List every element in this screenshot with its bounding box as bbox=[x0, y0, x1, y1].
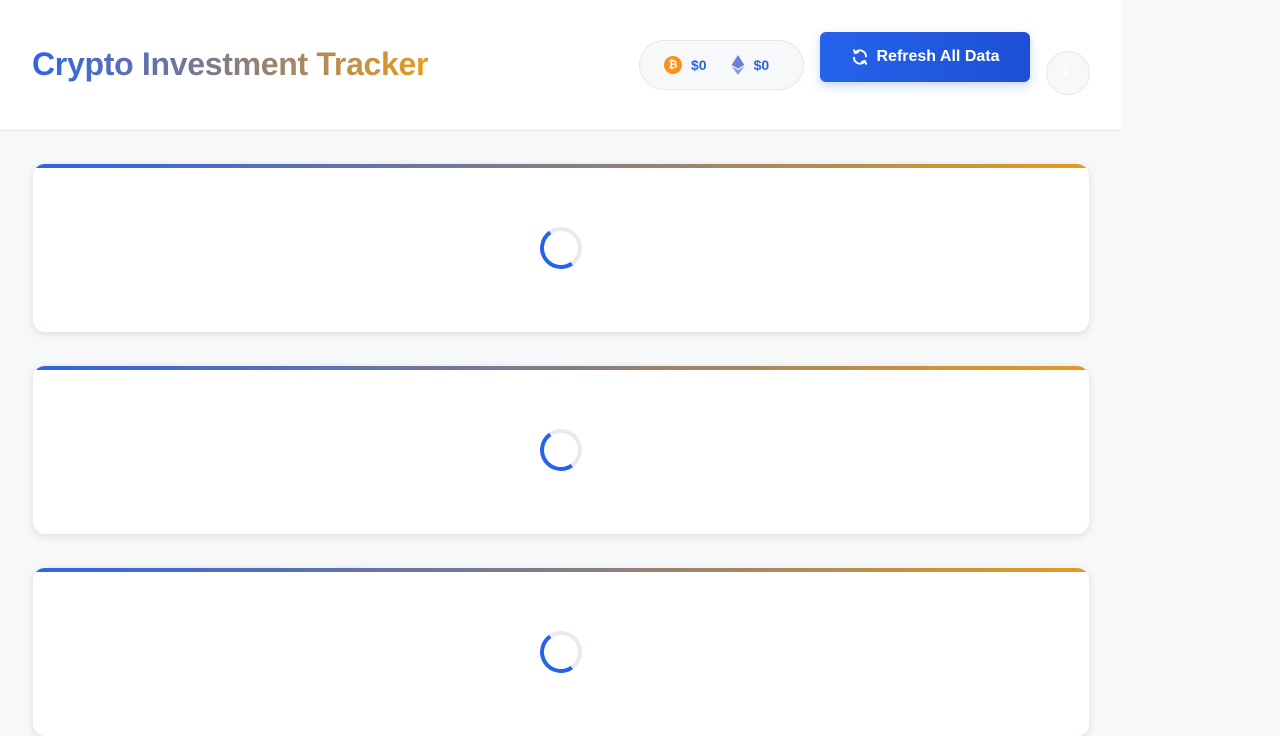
side-panel bbox=[1122, 0, 1280, 720]
bitcoin-icon: ₿ bbox=[664, 56, 682, 74]
price-ticker: ₿ $0 $0 bbox=[639, 40, 804, 90]
theme-toggle-button[interactable] bbox=[1046, 51, 1090, 95]
btc-price: ₿ $0 bbox=[664, 56, 707, 74]
eth-price: $0 bbox=[731, 55, 770, 75]
app-main: Crypto Investment Tracker ₿ $0 $0 Refres… bbox=[0, 0, 1122, 736]
page-title: Crypto Investment Tracker bbox=[32, 46, 429, 82]
btc-price-value: $0 bbox=[691, 57, 707, 73]
refresh-icon bbox=[852, 49, 867, 65]
moon-icon bbox=[1063, 66, 1076, 80]
loading-spinner bbox=[536, 223, 586, 273]
card-accent-bar bbox=[33, 366, 1089, 370]
loading-spinner bbox=[536, 627, 586, 677]
loading-card bbox=[33, 366, 1089, 534]
loading-card bbox=[33, 568, 1089, 736]
loading-spinner bbox=[536, 425, 586, 475]
loading-card bbox=[33, 164, 1089, 332]
ethereum-icon bbox=[731, 55, 744, 75]
header: Crypto Investment Tracker ₿ $0 $0 Refres… bbox=[0, 0, 1122, 131]
refresh-all-label: Refresh All Data bbox=[876, 48, 1000, 65]
eth-price-value: $0 bbox=[753, 57, 770, 73]
card-accent-bar bbox=[33, 164, 1089, 168]
card-accent-bar bbox=[33, 568, 1089, 572]
refresh-all-button[interactable]: Refresh All Data bbox=[820, 32, 1030, 82]
